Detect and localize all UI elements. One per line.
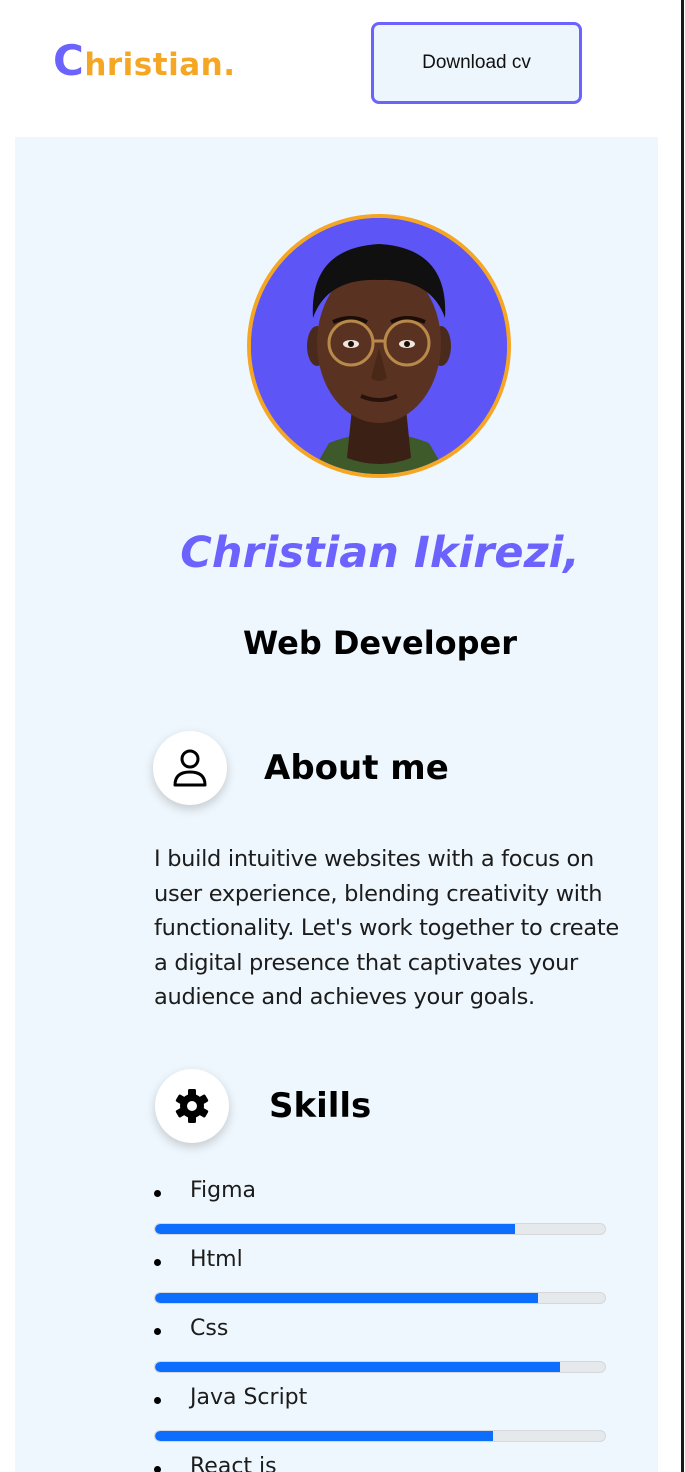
window-edge-divider [681, 0, 684, 1472]
download-cv-button[interactable]: Download cv [371, 22, 582, 104]
skill-progress-fill [155, 1431, 493, 1441]
skills-title: Skills [269, 1086, 372, 1126]
skill-item: React js [154, 1454, 606, 1472]
about-icon-circle [153, 731, 227, 805]
user-icon [173, 749, 207, 787]
skill-progress-fill [155, 1362, 560, 1372]
bullet-icon [154, 1397, 161, 1404]
skills-icon-circle [155, 1069, 229, 1143]
skill-label: Java Script [190, 1385, 308, 1410]
logo-initial: C [53, 36, 85, 85]
logo-text: hristian. [84, 47, 236, 83]
skill-progress-bar [154, 1292, 606, 1304]
skill-item: Html [154, 1247, 606, 1316]
bullet-icon [154, 1259, 161, 1266]
bullet-icon [154, 1328, 161, 1335]
profile-avatar [247, 214, 511, 478]
skill-item: Css [154, 1316, 606, 1385]
gear-icon [175, 1089, 209, 1123]
skill-progress-bar [154, 1223, 606, 1235]
skill-label: Css [190, 1316, 229, 1341]
skill-item: Java Script [154, 1385, 606, 1454]
bullet-icon [154, 1466, 161, 1472]
skill-label: Html [190, 1247, 243, 1272]
skill-label: React js [190, 1454, 277, 1472]
skill-progress-fill [155, 1293, 538, 1303]
portfolio-page: Christian. Download cv Christian Ikirezi… [0, 0, 685, 1472]
about-text: I build intuitive websites with a focus … [154, 846, 619, 1010]
site-logo[interactable]: Christian. [53, 40, 235, 82]
skill-label: Figma [190, 1178, 257, 1203]
bullet-icon [154, 1190, 161, 1197]
skills-list: Figma Html Css Java Script React js [154, 1178, 606, 1472]
hero-name: Christian Ikirezi, [180, 528, 580, 578]
skill-item: Figma [154, 1178, 606, 1247]
about-title: About me [264, 748, 449, 788]
hero-role: Web Developer [242, 624, 518, 662]
skill-progress-bar [154, 1361, 606, 1373]
portrait-avatar-icon [251, 218, 507, 474]
skill-progress-bar [154, 1430, 606, 1442]
skill-progress-fill [155, 1224, 515, 1234]
